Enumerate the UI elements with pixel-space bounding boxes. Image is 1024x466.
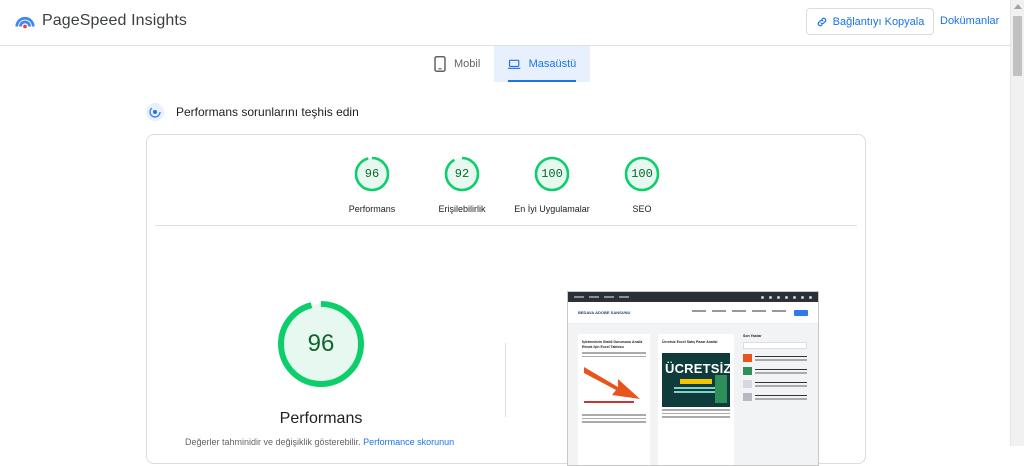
preview-banner-image: ÜCRETSİZ (662, 353, 732, 407)
preview-article-2: Ücretsiz Excel Satış Pazar Analizi ÜCRET… (658, 334, 734, 465)
preview-sidebar-title: Son Yazılar (743, 334, 762, 338)
scroll-thumb[interactable] (1013, 16, 1022, 76)
section-divider (155, 225, 857, 226)
link-icon (817, 17, 826, 26)
page-scrollbar[interactable] (1010, 0, 1024, 446)
seo-score-value: 100 (631, 167, 653, 181)
tab-desktop[interactable]: Masaüstü (494, 46, 591, 82)
main-performance-gauge: 96 (277, 300, 365, 388)
tab-mobile[interactable]: Mobil (420, 46, 494, 82)
main-score-value: 96 (307, 330, 335, 357)
tab-mobile-label: Mobil (454, 58, 481, 70)
preview-headline-2: Ücretsiz Excel Satış Pazar Analizi (662, 340, 718, 344)
preview-banner-word: ÜCRETSİZ (665, 361, 732, 376)
vertical-divider (505, 343, 506, 417)
best-practices-score-value: 100 (541, 167, 563, 181)
laptop-icon (508, 59, 521, 69)
tab-desktop-label: Masaüstü (528, 58, 577, 70)
docs-link[interactable]: Dokümanlar (940, 15, 999, 27)
best-practices-gauge: 100 (533, 155, 571, 193)
diagnose-section-header: Performans sorunlarını teşhis edin (146, 103, 359, 121)
accessibility-score-value: 92 (454, 167, 470, 181)
preview-headline-1: İşletmenizin Stabil Durumunu Analiz Etme… (582, 340, 643, 349)
phone-icon (434, 56, 446, 72)
diagnose-icon (146, 103, 164, 121)
copy-link-button[interactable]: Bağlantıyı Kopyala (806, 8, 934, 35)
seo-score-label: SEO (632, 204, 652, 214)
device-tabs: Mobil Masaüstü (420, 46, 591, 82)
score-seo[interactable]: 100 SEO (587, 155, 697, 214)
pagespeed-logo-icon (15, 16, 35, 29)
preview-topbar (568, 292, 818, 302)
performance-score-value: 96 (364, 167, 380, 181)
page-screenshot-preview[interactable]: BEDAVA ADOBE SANSUNU İşletmenizin Stabil… (567, 291, 819, 466)
scroll-up-arrow-icon[interactable] (1014, 4, 1022, 9)
seo-gauge: 100 (623, 155, 661, 193)
accessibility-gauge: 92 (443, 155, 481, 193)
preview-nav: BEDAVA ADOBE SANSUNU (568, 302, 818, 324)
pagespeed-logo[interactable]: PageSpeed Insights (14, 10, 187, 32)
top-bar: PageSpeed Insights Bağlantıyı Kopyala Do… (0, 0, 1010, 46)
preview-arrow-image (584, 367, 640, 403)
diagnose-title: Performans sorunlarını teşhis edin (176, 105, 359, 119)
preview-article-1: İşletmenizin Stabil Durumunu Analiz Etme… (578, 334, 650, 465)
preview-body: İşletmenizin Stabil Durumunu Analiz Etme… (568, 324, 818, 465)
preview-sidebar: Son Yazılar (740, 334, 810, 401)
main-score-label: Performans (279, 410, 363, 427)
report-card: 96 Performans 92 Erişilebilirlik 100 En … (146, 134, 866, 466)
performance-gauge: 96 (353, 155, 391, 193)
preview-site-name: BEDAVA ADOBE SANSUNU (578, 310, 631, 315)
app-name: PageSpeed Insights (42, 12, 188, 29)
copy-link-label: Bağlantıyı Kopyala (832, 15, 925, 28)
